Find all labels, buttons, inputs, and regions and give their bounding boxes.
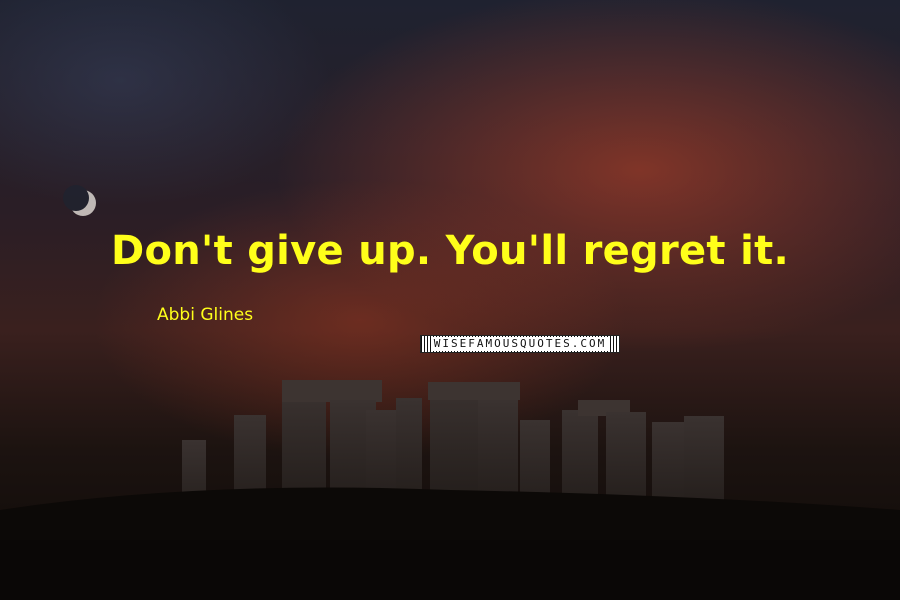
crescent-moon xyxy=(63,185,96,216)
stonehenge-silhouette xyxy=(0,380,900,600)
quote-author: Abbi Glines xyxy=(157,305,254,325)
quote-image: Don't give up. You'll regret it. Abbi Gl… xyxy=(0,0,900,600)
site-logo: WISEFAMOUSQUOTES.COM xyxy=(420,335,620,353)
quote-text: Don't give up. You'll regret it. xyxy=(110,228,790,274)
site-logo-text: WISEFAMOUSQUOTES.COM xyxy=(430,337,610,351)
